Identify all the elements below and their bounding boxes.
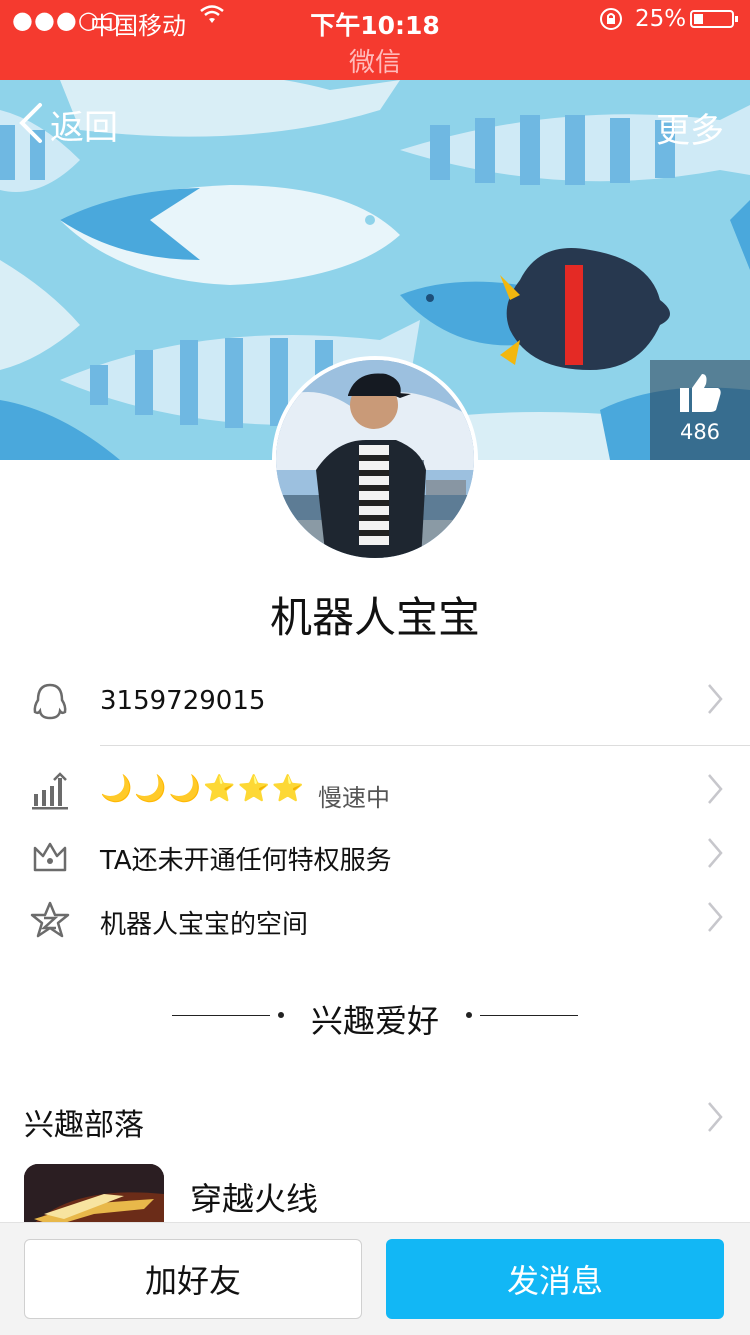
- crown-icon: [30, 836, 70, 880]
- divider: [100, 745, 750, 746]
- avatar-photo: [276, 360, 474, 558]
- qzone-text: 机器人宝宝的空间: [100, 910, 309, 940]
- level-chart-icon: [30, 772, 70, 816]
- profile-name: 机器人宝宝: [269, 593, 480, 642]
- privilege-text: TA还未开通任何特权服务: [100, 846, 392, 876]
- qzone-star-icon: [30, 900, 70, 944]
- game-name[interactable]: 穿越火线: [190, 1174, 318, 1220]
- qq-number-row[interactable]: 3159729015: [0, 682, 750, 726]
- level-row[interactable]: 🌙🌙🌙⭐⭐⭐ 慢速中: [0, 772, 750, 816]
- rotation-lock-icon: [598, 6, 624, 38]
- status-bar: ●●●○○ 中国移动 下午10:18 25% 微信: [0, 0, 750, 80]
- chevron-right-icon: [706, 772, 724, 815]
- level-icons: 🌙🌙🌙⭐⭐⭐: [100, 774, 307, 804]
- privilege-row[interactable]: TA还未开通任何特权服务: [0, 836, 750, 880]
- chevron-right-icon[interactable]: [706, 1100, 724, 1143]
- like-button[interactable]: 486: [650, 360, 750, 460]
- hobby-section-title: 兴趣爱好: [310, 1002, 439, 1040]
- qzone-row[interactable]: 机器人宝宝的空间: [0, 900, 750, 944]
- more-button[interactable]: 更多: [656, 103, 724, 152]
- back-label: 返回: [50, 108, 118, 148]
- send-message-button[interactable]: 发消息: [386, 1239, 724, 1319]
- chevron-right-icon: [706, 682, 724, 725]
- app-title: 微信: [348, 48, 401, 78]
- add-friend-button[interactable]: 加好友: [24, 1239, 362, 1319]
- qq-number: 3159729015: [100, 686, 266, 716]
- section-divider-right: [480, 1015, 578, 1016]
- chevron-right-icon: [706, 836, 724, 879]
- section-dot-right: [466, 1012, 472, 1018]
- bottom-action-bar: 加好友 发消息: [0, 1222, 750, 1335]
- back-button[interactable]: 返回: [18, 100, 118, 149]
- thumbs-up-icon: [650, 372, 750, 418]
- chevron-right-icon: [706, 900, 724, 943]
- battery-icon: [690, 10, 738, 28]
- tribe-title[interactable]: 兴趣部落: [24, 1100, 144, 1144]
- like-count: 486: [679, 420, 721, 444]
- chevron-left-icon: [18, 101, 44, 149]
- penguin-icon: [30, 682, 70, 726]
- battery-percent: 25%: [635, 6, 687, 32]
- level-status: 慢速中: [318, 784, 390, 812]
- avatar[interactable]: [272, 356, 478, 562]
